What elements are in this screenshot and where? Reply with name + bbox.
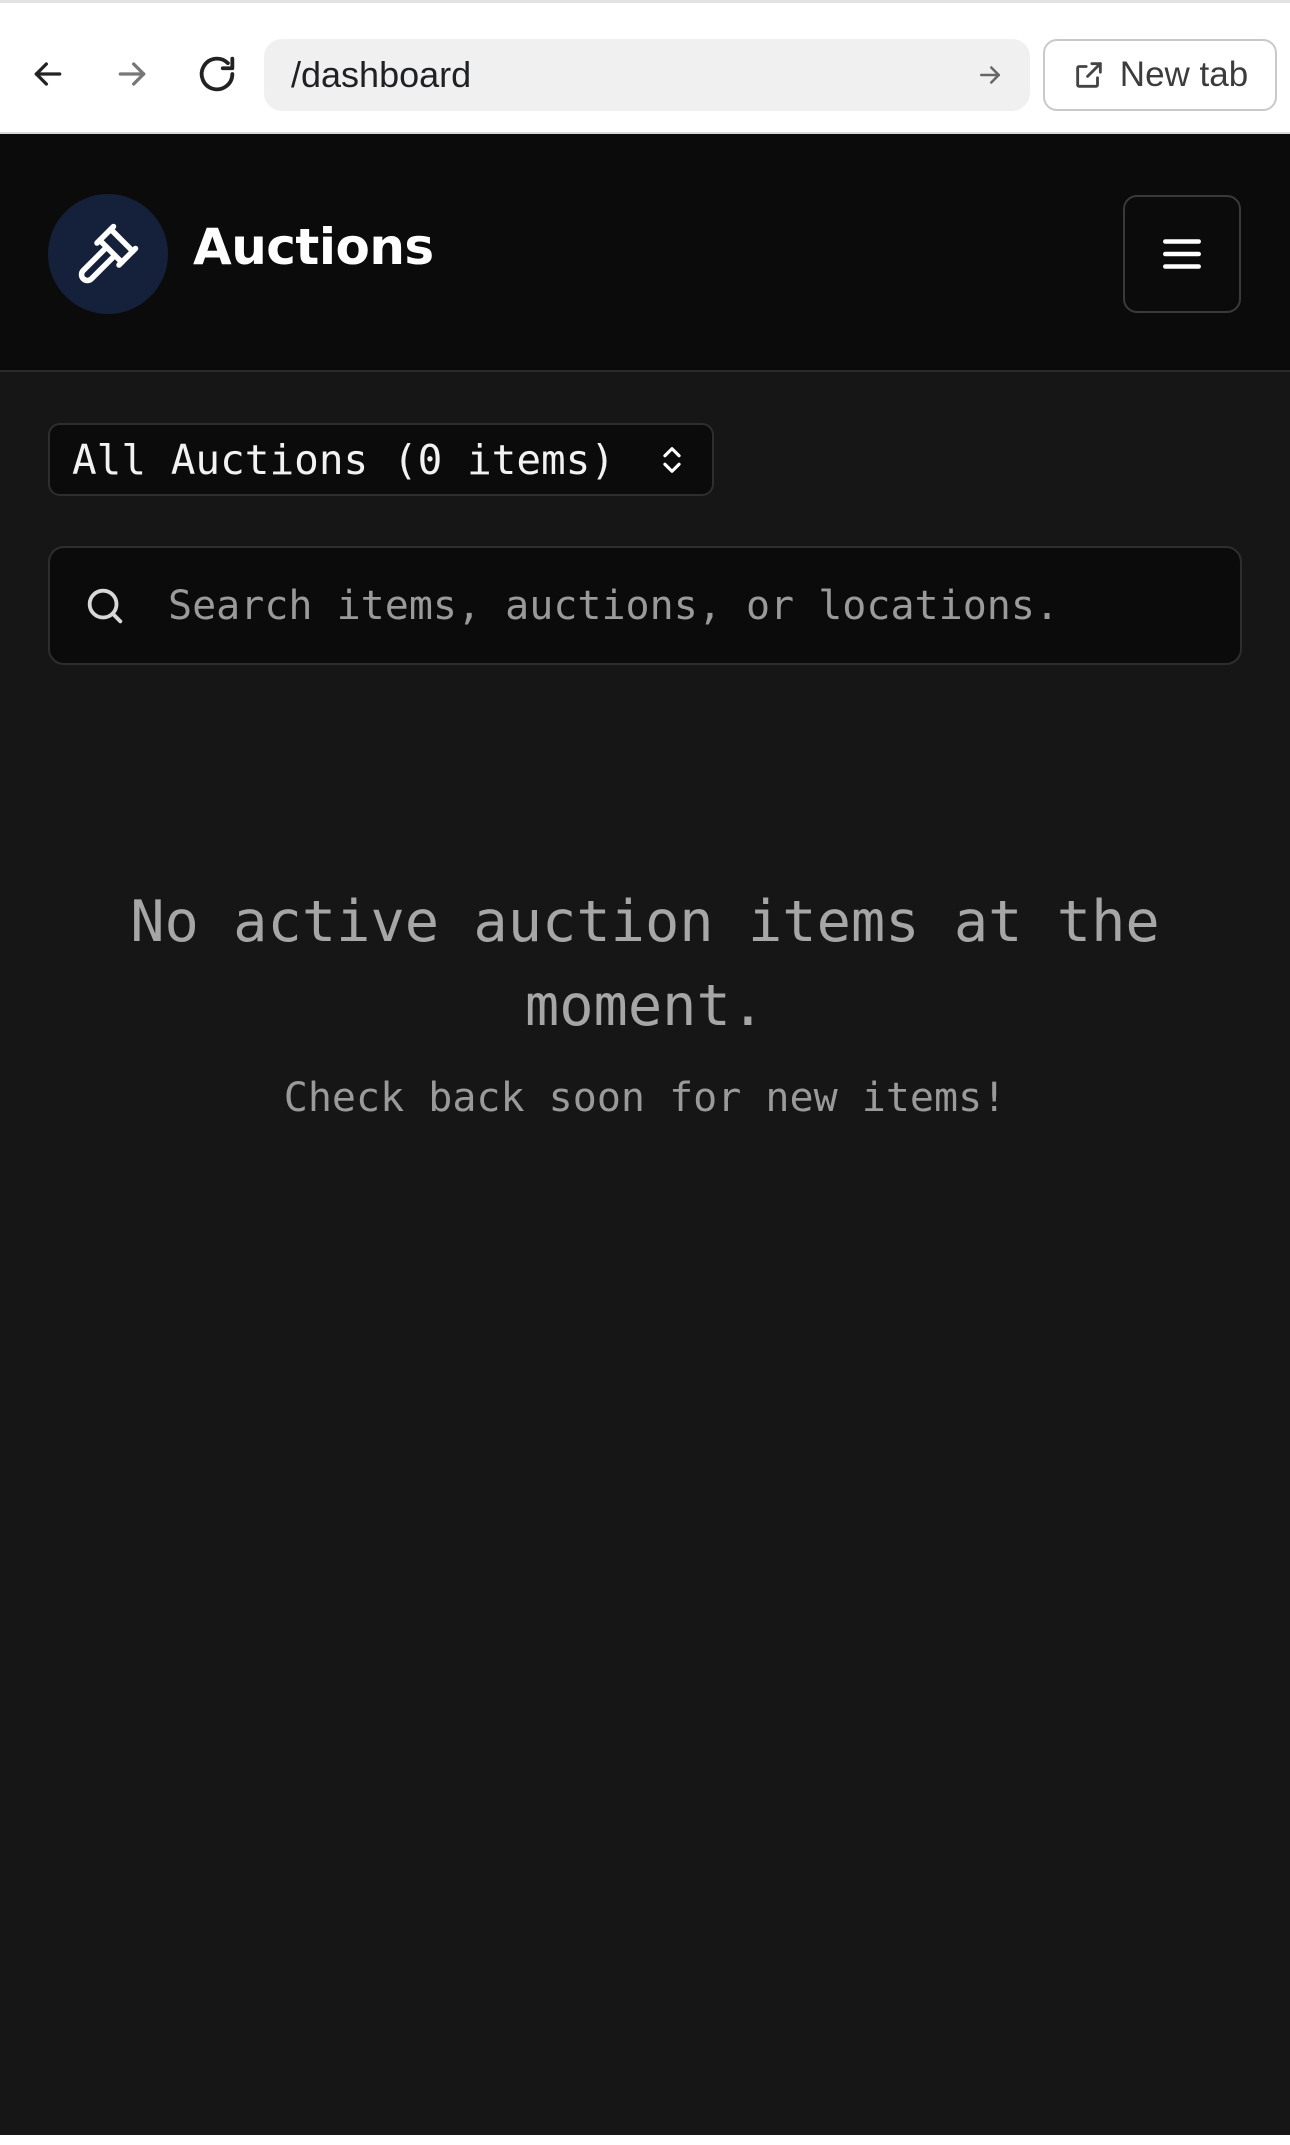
reload-button[interactable] [182,39,252,109]
browser-toolbar: /dashboard New tab [0,0,1290,134]
forward-button[interactable] [97,39,167,109]
arrow-right-icon [118,62,146,86]
arrow-left-icon [34,62,62,86]
menu-button[interactable] [1123,195,1241,313]
brand-title[interactable]: Auctions [193,218,434,276]
search-icon [80,581,130,631]
chevrons-up-down-icon [652,440,692,480]
hamburger-menu-icon [1163,239,1201,269]
go-arrow-icon[interactable] [970,55,1010,95]
address-bar[interactable]: /dashboard [264,39,1030,111]
app-header: Auctions [0,134,1290,372]
search-bar[interactable] [48,546,1242,665]
back-button[interactable] [13,39,83,109]
url-text: /dashboard [291,54,472,95]
search-input[interactable] [168,582,1210,629]
bottom-edge [0,2135,1290,2145]
external-link-icon [1076,62,1102,88]
reload-icon [199,56,235,92]
filter-selected-label: All Auctions (0 items) [72,435,616,484]
empty-state-title: No active auction items at the moment. [130,889,1160,1039]
new-tab-button[interactable]: New tab [1043,39,1277,111]
new-tab-label: New tab [1119,55,1249,94]
empty-state-subtitle: Check back soon for new items! [283,1075,1007,1121]
logo[interactable] [48,194,168,314]
gavel-icon [78,223,139,284]
auction-filter-select[interactable]: All Auctions (0 items) [48,423,714,496]
